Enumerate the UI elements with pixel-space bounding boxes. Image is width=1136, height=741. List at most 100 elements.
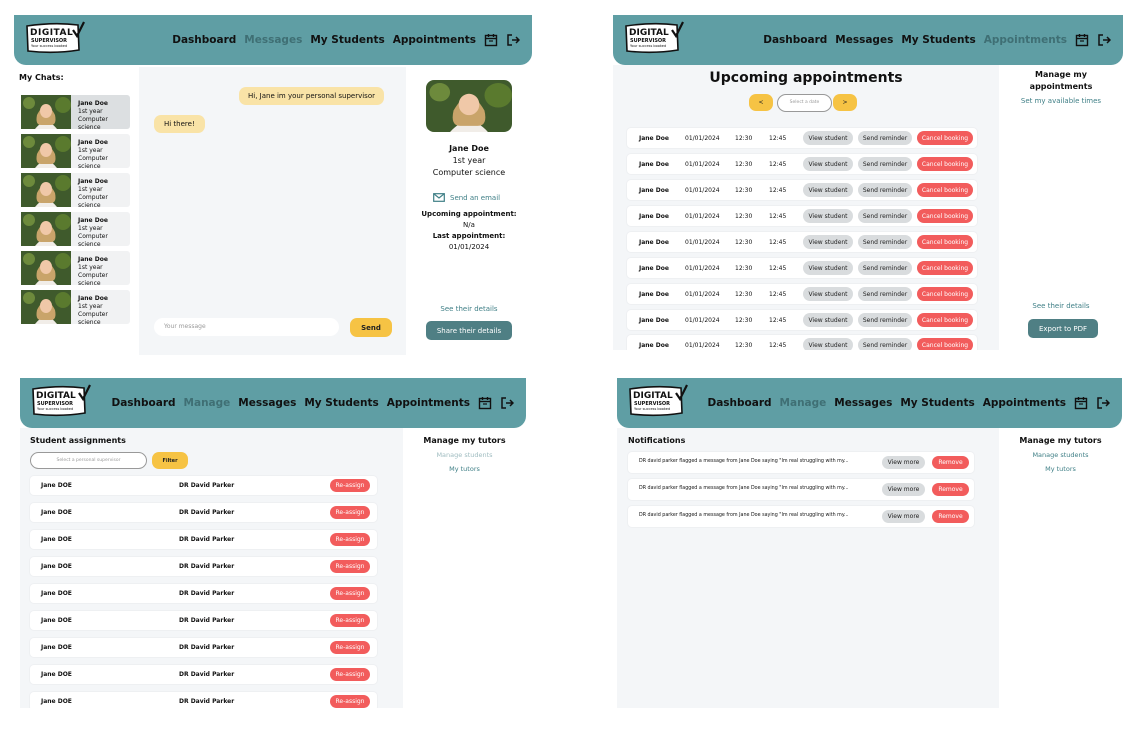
reassign-button[interactable]: Re-assign xyxy=(330,695,370,708)
notifications-screen: DIGITAL SUPERVISOR Your success booked D… xyxy=(617,378,1122,708)
nav-manage[interactable]: Manage xyxy=(184,397,231,409)
chat-name: Jane Doe xyxy=(78,256,108,263)
supervisor-select[interactable]: Select a personal supervisor xyxy=(30,452,147,469)
cancel-booking-button[interactable]: Cancel booking xyxy=(917,131,973,145)
view-student-button[interactable]: View student xyxy=(803,261,853,275)
send-reminder-button[interactable]: Send reminder xyxy=(858,209,912,223)
prev-date-button[interactable]: < xyxy=(749,94,773,111)
my-tutors-link[interactable]: My tutors xyxy=(999,465,1122,473)
remove-button[interactable]: Remove xyxy=(932,483,969,496)
view-student-button[interactable]: View student xyxy=(803,338,853,350)
cancel-booking-button[interactable]: Cancel booking xyxy=(917,157,973,171)
nav-appointments[interactable]: Appointments xyxy=(393,34,476,46)
chat-year: 1st year xyxy=(78,186,103,193)
send-email-link[interactable]: Send an email xyxy=(433,193,500,202)
nav-messages[interactable]: Messages xyxy=(834,397,892,409)
cancel-booking-button[interactable]: Cancel booking xyxy=(917,313,973,327)
nav-dashboard[interactable]: Dashboard xyxy=(172,34,236,46)
send-button[interactable]: Send xyxy=(350,318,392,337)
chat-item[interactable]: Jane Doe 1st year Computer science xyxy=(21,134,130,170)
view-student-button[interactable]: View student xyxy=(803,235,853,249)
view-student-button[interactable]: View student xyxy=(803,313,853,327)
nav-my-students[interactable]: My Students xyxy=(310,34,384,46)
calendar-icon[interactable] xyxy=(478,396,492,410)
nav-my-students[interactable]: My Students xyxy=(900,397,974,409)
my-tutors-link[interactable]: My tutors xyxy=(403,465,526,473)
export-pdf-button[interactable]: Export to PDF xyxy=(1028,319,1098,338)
chat-item[interactable]: Jane Doe 1st year Computer science xyxy=(21,212,130,248)
nav-appointments[interactable]: Appointments xyxy=(984,34,1067,46)
nav-appointments[interactable]: Appointments xyxy=(983,397,1066,409)
view-more-button[interactable]: View more xyxy=(882,456,925,469)
send-reminder-button[interactable]: Send reminder xyxy=(858,313,912,327)
chat-item[interactable]: Jane Doe 1st year Computer science xyxy=(21,290,130,326)
reassign-button[interactable]: Re-assign xyxy=(330,506,370,519)
reassign-button[interactable]: Re-assign xyxy=(330,479,370,492)
filter-button[interactable]: Filter xyxy=(152,452,188,469)
digital-supervisor-logo[interactable]: DIGITAL SUPERVISOR Your success booked xyxy=(627,383,689,419)
view-more-button[interactable]: View more xyxy=(882,510,925,523)
send-reminder-button[interactable]: Send reminder xyxy=(858,131,912,145)
share-details-button[interactable]: Share their details xyxy=(426,321,512,340)
send-reminder-button[interactable]: Send reminder xyxy=(858,183,912,197)
nav-messages[interactable]: Messages xyxy=(244,34,302,46)
next-date-button[interactable]: > xyxy=(833,94,857,111)
reassign-button[interactable]: Re-assign xyxy=(330,614,370,627)
send-reminder-button[interactable]: Send reminder xyxy=(858,287,912,301)
send-reminder-button[interactable]: Send reminder xyxy=(858,235,912,249)
nav-messages[interactable]: Messages xyxy=(238,397,296,409)
reassign-button[interactable]: Re-assign xyxy=(330,668,370,681)
set-available-times-link[interactable]: Set my available times xyxy=(999,97,1123,105)
chat-item[interactable]: Jane Doe 1st year Computer science xyxy=(21,95,130,131)
send-reminder-button[interactable]: Send reminder xyxy=(858,261,912,275)
send-reminder-button[interactable]: Send reminder xyxy=(858,338,912,350)
digital-supervisor-logo[interactable]: DIGITAL SUPERVISOR Your success booked xyxy=(24,20,86,56)
logout-icon[interactable] xyxy=(1096,396,1110,410)
view-student-button[interactable]: View student xyxy=(803,131,853,145)
appointment-end: 12:45 xyxy=(769,291,787,298)
nav-dashboard[interactable]: Dashboard xyxy=(112,397,176,409)
cancel-booking-button[interactable]: Cancel booking xyxy=(917,338,973,350)
nav-messages[interactable]: Messages xyxy=(835,34,893,46)
calendar-icon[interactable] xyxy=(484,33,498,47)
date-picker[interactable]: Select a date xyxy=(777,94,832,112)
calendar-icon[interactable] xyxy=(1074,396,1088,410)
cancel-booking-button[interactable]: Cancel booking xyxy=(917,287,973,301)
digital-supervisor-logo[interactable]: DIGITAL SUPERVISOR Your success booked xyxy=(623,20,685,56)
nav-my-students[interactable]: My Students xyxy=(901,34,975,46)
view-more-button[interactable]: View more xyxy=(882,483,925,496)
logout-icon[interactable] xyxy=(500,396,514,410)
calendar-icon[interactable] xyxy=(1075,33,1089,47)
view-student-button[interactable]: View student xyxy=(803,287,853,301)
message-input[interactable]: Your message xyxy=(154,318,339,336)
digital-supervisor-logo[interactable]: DIGITAL SUPERVISOR Your success booked xyxy=(30,383,92,419)
chat-item[interactable]: Jane Doe 1st year Computer science xyxy=(21,251,130,287)
nav-dashboard[interactable]: Dashboard xyxy=(763,34,827,46)
reassign-button[interactable]: Re-assign xyxy=(330,560,370,573)
remove-button[interactable]: Remove xyxy=(932,456,969,469)
view-student-button[interactable]: View student xyxy=(803,209,853,223)
manage-students-link[interactable]: Manage students xyxy=(403,451,526,459)
cancel-booking-button[interactable]: Cancel booking xyxy=(917,235,973,249)
cancel-booking-button[interactable]: Cancel booking xyxy=(917,261,973,275)
reassign-button[interactable]: Re-assign xyxy=(330,641,370,654)
logout-icon[interactable] xyxy=(1097,33,1111,47)
reassign-button[interactable]: Re-assign xyxy=(330,587,370,600)
nav-manage[interactable]: Manage xyxy=(780,397,827,409)
reassign-button[interactable]: Re-assign xyxy=(330,533,370,546)
cancel-booking-button[interactable]: Cancel booking xyxy=(917,183,973,197)
view-student-button[interactable]: View student xyxy=(803,183,853,197)
nav-appointments[interactable]: Appointments xyxy=(387,397,470,409)
logout-icon[interactable] xyxy=(506,33,520,47)
see-details-link[interactable]: See their details xyxy=(419,305,519,313)
chat-item[interactable]: Jane Doe 1st year Computer science xyxy=(21,173,130,209)
header-bar: DIGITAL SUPERVISOR Your success booked D… xyxy=(613,15,1123,65)
send-reminder-button[interactable]: Send reminder xyxy=(858,157,912,171)
nav-my-students[interactable]: My Students xyxy=(304,397,378,409)
manage-students-link[interactable]: Manage students xyxy=(999,451,1122,459)
see-details-link[interactable]: See their details xyxy=(999,302,1123,310)
nav-dashboard[interactable]: Dashboard xyxy=(708,397,772,409)
remove-button[interactable]: Remove xyxy=(932,510,969,523)
cancel-booking-button[interactable]: Cancel booking xyxy=(917,209,973,223)
view-student-button[interactable]: View student xyxy=(803,157,853,171)
